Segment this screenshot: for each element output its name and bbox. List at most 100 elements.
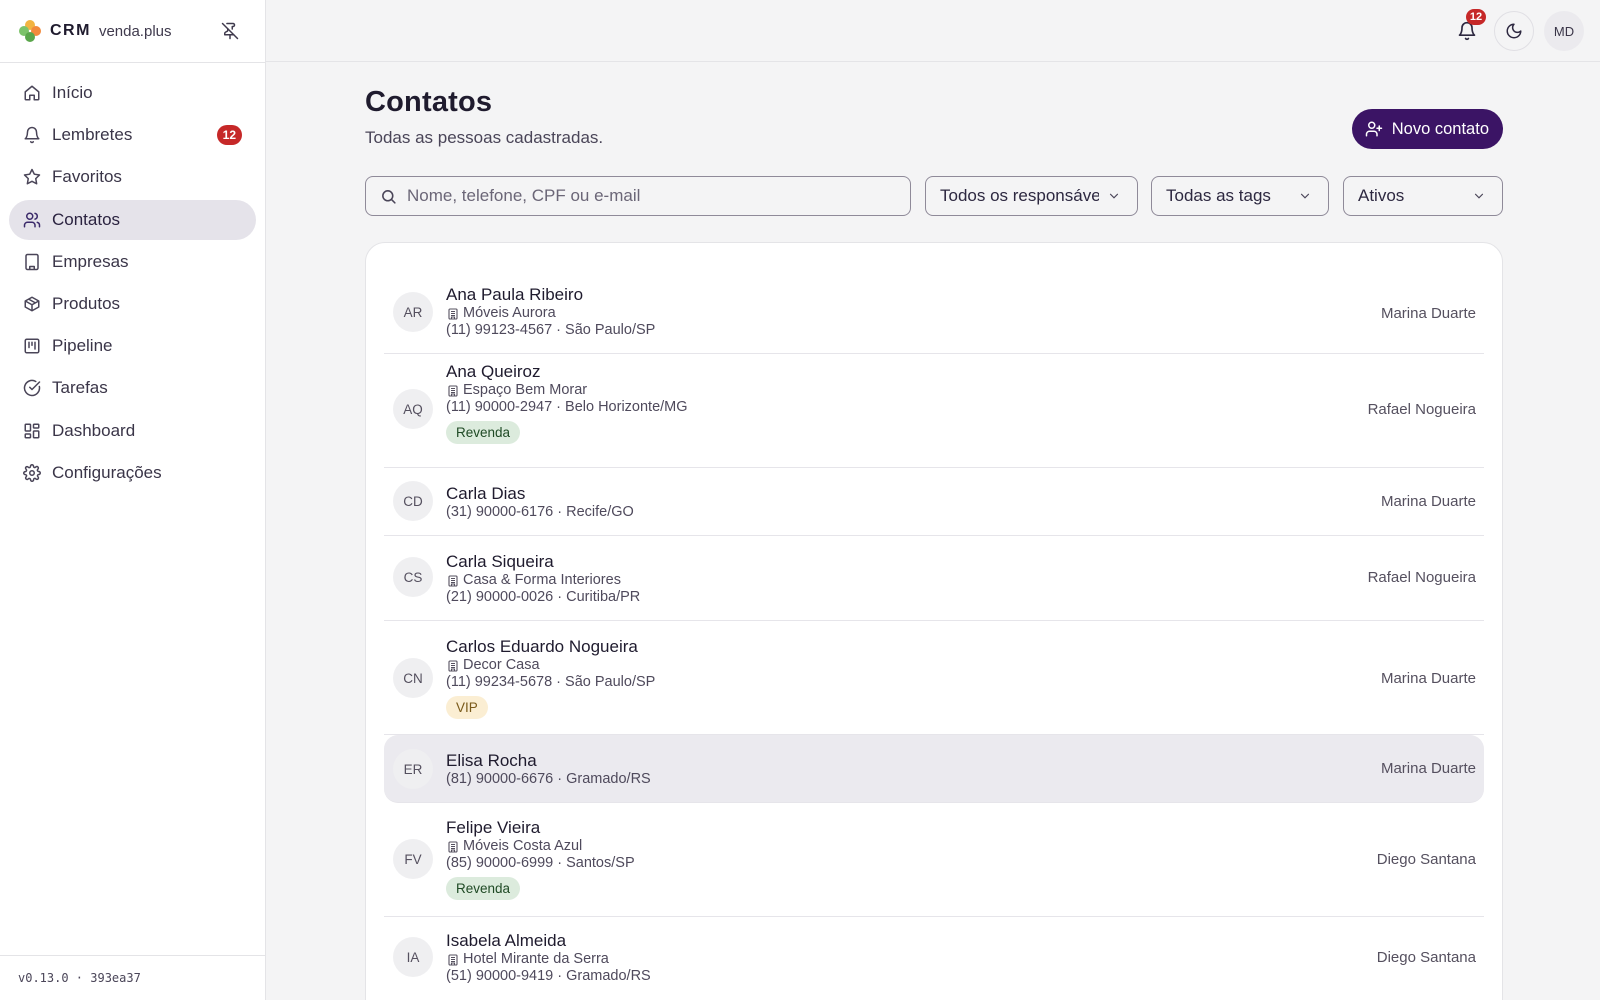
package-icon	[22, 294, 42, 314]
contact-avatar: AQ	[393, 389, 433, 429]
sidebar-item-configuracoes[interactable]: Configurações	[9, 453, 256, 493]
contact-row[interactable]: AR Ana Paula Ribeiro Móveis Aurora (11) …	[384, 277, 1484, 354]
contact-name: Ana Paula Ribeiro	[446, 285, 584, 304]
sidebar-item-label: Pipeline	[52, 336, 113, 356]
contact-tag: Revenda	[446, 877, 521, 900]
contact-company-name: Móveis Aurora	[463, 305, 556, 321]
contact-info: Ana Paula Ribeiro Móveis Aurora (11) 991…	[446, 285, 655, 339]
contact-name: Felipe Vieira	[446, 818, 541, 837]
sidebar-item-produtos[interactable]: Produtos	[9, 284, 256, 324]
contact-info: Carla Dias (31) 90000-6176 · Recife/GO	[446, 484, 634, 521]
contact-owner: Rafael Nogueira	[1367, 569, 1476, 586]
bell-icon	[22, 125, 42, 145]
contact-company: Hotel Mirante da Serra	[446, 951, 651, 968]
contact-company: Espaço Bem Morar	[446, 382, 688, 399]
contact-company-name: Casa & Forma Interiores	[463, 572, 621, 588]
status-select[interactable]: Ativos	[1343, 176, 1503, 216]
contact-name: Carla Siqueira	[446, 552, 554, 571]
contact-info: Carlos Eduardo Nogueira Decor Casa (11) …	[446, 637, 655, 719]
contact-avatar: CS	[393, 557, 433, 597]
contact-info: Felipe Vieira Móveis Costa Azul (85) 900…	[446, 818, 635, 900]
sidebar-item-lembretes[interactable]: Lembretes 12	[9, 115, 256, 155]
contact-company-name: Hotel Mirante da Serra	[463, 951, 609, 967]
moon-icon	[1506, 23, 1522, 39]
contact-info: Elisa Rocha (81) 90000-6676 · Gramado/RS	[446, 751, 651, 788]
sidebar-item-label: Lembretes	[52, 125, 133, 145]
contact-company: Móveis Aurora	[446, 305, 655, 322]
topbar: 12 MD	[266, 0, 1600, 62]
sidebar-item-dashboard[interactable]: Dashboard	[9, 411, 256, 451]
contact-owner: Marina Duarte	[1380, 760, 1476, 777]
contact-avatar: FV	[393, 839, 433, 879]
chevron-down-icon	[1298, 189, 1312, 203]
contact-info: Ana Queiroz Espaço Bem Morar (11) 90000-…	[446, 362, 688, 444]
page-subtitle: Todas as pessoas cadastradas.	[365, 128, 604, 147]
contact-row[interactable]: CN Carlos Eduardo Nogueira Decor Casa (1…	[384, 621, 1484, 735]
sidebar-item-favoritos[interactable]: Favoritos	[9, 157, 256, 197]
contact-phone-city: (81) 90000-6676 · Gramado/RS	[446, 771, 651, 787]
contact-tag: VIP	[446, 696, 488, 719]
sidebar-item-inicio[interactable]: Início	[9, 73, 256, 113]
contact-phone-city: (51) 90000-9419 · Gramado/RS	[446, 968, 651, 984]
check-circle-icon	[22, 378, 42, 398]
contact-row[interactable]: AQ Ana Queiroz Espaço Bem Morar (11) 900…	[384, 354, 1484, 468]
contact-owner: Diego Santana	[1376, 851, 1476, 868]
contact-owner: Rafael Nogueira	[1367, 401, 1476, 418]
new-contact-button[interactable]: Novo contato	[1351, 109, 1503, 149]
notifications-badge: 12	[1466, 9, 1486, 25]
star-icon	[22, 167, 42, 187]
building-icon	[446, 953, 459, 966]
brand-name: venda.plus	[98, 22, 172, 40]
contact-phone-city: (85) 90000-6999 · Santos/SP	[446, 855, 635, 871]
building-icon	[446, 307, 459, 320]
kanban-icon	[22, 336, 42, 356]
contact-avatar: CN	[393, 658, 433, 698]
contact-info: Carla Siqueira Casa & Forma Interiores (…	[446, 552, 640, 606]
contact-name: Carlos Eduardo Nogueira	[446, 637, 638, 656]
contacts-list: AR Ana Paula Ribeiro Móveis Aurora (11) …	[384, 277, 1484, 1000]
new-contact-label: Novo contato	[1391, 119, 1489, 138]
page-title: Contatos	[365, 86, 493, 118]
contact-avatar: IA	[393, 937, 433, 977]
theme-toggle-button[interactable]	[1494, 11, 1534, 51]
contact-name: Ana Queiroz	[446, 362, 541, 381]
contact-row[interactable]: FV Felipe Vieira Móveis Costa Azul (85) …	[384, 803, 1484, 917]
contact-owner: Marina Duarte	[1380, 305, 1476, 322]
contact-company-name: Móveis Costa Azul	[463, 838, 583, 854]
chevron-down-icon	[1107, 189, 1121, 203]
responsible-select[interactable]: Todos os responsáveis	[925, 176, 1138, 216]
contact-company: Decor Casa	[446, 657, 655, 674]
brand-crm: CRM	[50, 22, 91, 39]
sidebar-item-label: Empresas	[52, 251, 129, 271]
search-input[interactable]	[407, 186, 887, 206]
contact-row[interactable]: IA Isabela Almeida Hotel Mirante da Serr…	[384, 917, 1484, 1000]
contact-phone-city: (11) 99234-5678 · São Paulo/SP	[446, 674, 656, 690]
responsible-select-value: Todos os responsáveis	[940, 186, 1099, 205]
contacts-list-card: AR Ana Paula Ribeiro Móveis Aurora (11) …	[365, 242, 1503, 1000]
contact-row[interactable]: ER Elisa Rocha (81) 90000-6676 · Gramado…	[384, 735, 1484, 803]
logo-icon	[19, 20, 41, 42]
sidebar-item-empresas[interactable]: Empresas	[9, 242, 256, 282]
contact-owner: Marina Duarte	[1380, 670, 1476, 687]
building-icon	[22, 252, 42, 272]
sidebar-item-label: Tarefas	[52, 378, 108, 398]
sidebar-item-contatos[interactable]: Contatos	[9, 199, 256, 240]
contact-row[interactable]: CD Carla Dias (31) 90000-6176 · Recife/G…	[384, 468, 1484, 536]
tags-select[interactable]: Todas as tags	[1151, 176, 1329, 216]
search-icon	[379, 187, 397, 205]
unpin-sidebar-button[interactable]	[219, 20, 241, 42]
notifications-button[interactable]: 12	[1454, 9, 1486, 44]
contact-row[interactable]: CS Carla Siqueira Casa & Forma Interiore…	[384, 536, 1484, 621]
search-box	[365, 176, 911, 216]
contact-info: Isabela Almeida Hotel Mirante da Serra (…	[446, 931, 651, 985]
contact-phone-city: (11) 99123-4567 · São Paulo/SP	[446, 322, 656, 338]
sidebar-nav: Início Lembretes 12 Favoritos Contatos E…	[0, 63, 265, 505]
filters-bar: Todos os responsáveis Todas as tags Ativ…	[365, 176, 1503, 216]
contact-name: Elisa Rocha	[446, 751, 537, 770]
sidebar-item-pipeline[interactable]: Pipeline	[9, 326, 256, 366]
user-avatar[interactable]: MD	[1544, 11, 1584, 51]
contact-avatar: ER	[393, 749, 433, 789]
contact-owner: Diego Santana	[1376, 949, 1476, 966]
sidebar-item-tarefas[interactable]: Tarefas	[9, 368, 256, 408]
contact-company: Móveis Costa Azul	[446, 838, 635, 855]
